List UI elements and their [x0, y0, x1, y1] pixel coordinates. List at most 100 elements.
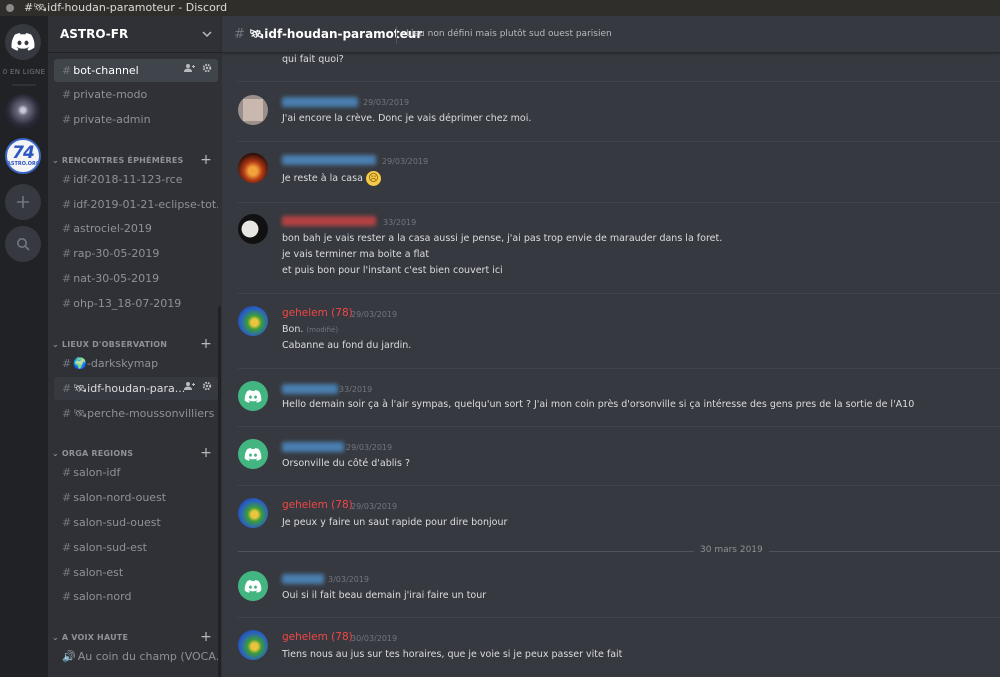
message-timestamp: 3/03/2019: [328, 575, 370, 584]
channel-salon-idf[interactable]: # salon-idf: [54, 461, 218, 484]
avatar[interactable]: [238, 498, 268, 528]
message-separator: [238, 617, 1000, 618]
date-divider-line: [238, 551, 1000, 552]
explore-servers-button[interactable]: [5, 226, 41, 262]
hash-icon: #: [62, 516, 72, 529]
channel-astrociel-2019[interactable]: # astrociel-2019: [54, 217, 218, 240]
channel-salon-sud-est[interactable]: # salon-sud-est: [54, 536, 218, 559]
online-count: 0 EN LIGNE: [2, 68, 46, 76]
search-icon: [17, 238, 30, 251]
avatar[interactable]: [238, 153, 268, 183]
hash-icon: #: [62, 173, 72, 186]
sad-emoji-icon: ☹: [365, 171, 381, 186]
avatar[interactable]: [238, 214, 268, 244]
invite-icon[interactable]: [183, 63, 195, 73]
server-header[interactable]: ASTRO-FR: [48, 16, 222, 53]
gear-icon[interactable]: [202, 63, 212, 73]
username-redacted[interactable]: [282, 97, 358, 107]
message-text: Orsonville du côté d'ablis ?: [282, 458, 411, 469]
category-voix[interactable]: ⌄ A VOIX HAUTE +: [52, 629, 218, 646]
sidebar-scrollbar[interactable]: [218, 306, 221, 677]
add-channel-icon[interactable]: +: [200, 629, 212, 645]
avatar[interactable]: [238, 381, 268, 411]
username[interactable]: gehelem (78): [282, 631, 353, 643]
avatar[interactable]: [238, 630, 268, 660]
message-text: J'ai encore la crève. Donc je vais dépri…: [282, 113, 532, 124]
voice-channel-au-coin-du-champ[interactable]: 🔊 Au coin du champ (VOCA...: [54, 645, 218, 668]
chevron-down-icon: ⌄: [52, 156, 62, 165]
message-timestamp: 29/03/2019: [351, 502, 398, 511]
server-74-icon[interactable]: 74 ASTRO.ORG: [5, 138, 41, 174]
message-text: Bon. (modifié): [282, 324, 339, 335]
chevron-down-icon: ⌄: [52, 449, 62, 458]
chevron-down-icon: ⌄: [52, 633, 62, 642]
channel-topic[interactable]: Lieu non défini mais plutôt sud ouest pa…: [406, 29, 612, 39]
channel-darkskymap[interactable]: # 🌍-darkskymap: [54, 352, 218, 375]
chevron-down-icon: ⌄: [52, 340, 62, 349]
channel-private-admin[interactable]: # private-admin: [54, 108, 218, 131]
channel-salon-nord-ouest[interactable]: # salon-nord-ouest: [54, 486, 218, 509]
hash-icon: #: [62, 407, 72, 420]
username[interactable]: gehelem (78): [282, 307, 353, 319]
channel-private-modo[interactable]: # private-modo: [54, 83, 218, 106]
discord-logo-icon: [11, 33, 35, 51]
channel-header: # 🛰idf-houdan-paramoteur Lieu non défini…: [222, 16, 1000, 53]
message-separator: [238, 368, 1000, 369]
hash-icon: #: [62, 297, 72, 310]
server-name: ASTRO-FR: [60, 27, 129, 41]
channel-ohp-13-18[interactable]: # ohp-13_18-07-2019: [54, 292, 218, 315]
channel-salon-est[interactable]: # salon-est: [54, 561, 218, 584]
category-rencontres[interactable]: ⌄ RENCONTRES ÉPHÉMÈRES +: [52, 152, 218, 169]
channel-rap-30-05[interactable]: # rap-30-05-2019: [54, 242, 218, 265]
server-separator: [12, 84, 36, 86]
username-redacted[interactable]: [282, 384, 338, 394]
discord-logo-icon: [244, 579, 262, 593]
category-lieux[interactable]: ⌄ LIEUX D'OBSERVATION +: [52, 336, 218, 353]
add-channel-icon[interactable]: +: [200, 445, 212, 461]
channel-salon-nord[interactable]: # salon-nord: [54, 585, 218, 608]
gear-icon[interactable]: [202, 381, 212, 391]
hash-icon: #: [62, 566, 72, 579]
channel-tools: [183, 59, 212, 82]
discord-logo-icon: [244, 447, 262, 461]
channel-nat-30-05[interactable]: # nat-30-05-2019: [54, 267, 218, 290]
chat-area: # 🛰idf-houdan-paramoteur Lieu non défini…: [222, 16, 1000, 677]
username-redacted[interactable]: [282, 155, 376, 165]
username[interactable]: gehelem (78): [282, 499, 353, 511]
server-astro-icon[interactable]: [5, 94, 41, 130]
message-separator: [238, 141, 1000, 142]
add-channel-icon[interactable]: +: [200, 336, 212, 352]
hash-icon: #: [62, 64, 72, 77]
avatar[interactable]: [238, 306, 268, 336]
avatar[interactable]: [238, 571, 268, 601]
window-titlebar: #🛰idf-houdan-paramoteur - Discord: [0, 0, 1000, 16]
message-timestamp: 29/03/2019: [346, 443, 393, 452]
avatar[interactable]: [238, 439, 268, 469]
channel-bot-channel[interactable]: # bot-channel: [54, 59, 218, 82]
avatar[interactable]: [238, 95, 268, 125]
add-server-button[interactable]: [5, 184, 41, 220]
message-separator: [238, 293, 1000, 294]
message-separator: [238, 81, 1000, 82]
message-text: Hello demain soir ça à l'air sympas, que…: [282, 399, 915, 410]
hash-icon: #: [62, 491, 72, 504]
channel-idf-2018[interactable]: # idf-2018-11-123-rce: [54, 168, 218, 191]
window-control[interactable]: [6, 4, 14, 12]
message-text: Tiens nous au jus sur tes horaires, que …: [282, 649, 623, 660]
hash-icon: #: [62, 113, 72, 126]
server-74-logo-text: ASTRO.ORG: [7, 161, 40, 167]
channel-idf-2019-eclipse[interactable]: # idf-2019-01-21-eclipse-tot...: [54, 193, 218, 216]
channel-idf-houdan-paramoteur[interactable]: # 🛰idf-houdan-para...: [54, 377, 218, 400]
invite-icon[interactable]: [183, 381, 195, 391]
home-button[interactable]: [5, 24, 41, 60]
add-channel-icon[interactable]: +: [200, 152, 212, 168]
username-redacted[interactable]: [282, 574, 324, 584]
username-redacted[interactable]: [282, 442, 344, 452]
hash-icon: #: [62, 382, 72, 395]
message-timestamp: 29/03/2019: [363, 98, 410, 107]
channel-salon-sud-ouest[interactable]: # salon-sud-ouest: [54, 511, 218, 534]
username-redacted[interactable]: [282, 216, 376, 226]
channel-perche-moussonvilliers[interactable]: # 🛰perche-moussonvilliers: [54, 402, 218, 425]
category-orga[interactable]: ⌄ ORGA REGIONS +: [52, 445, 218, 462]
edited-label: (modifié): [306, 326, 339, 334]
